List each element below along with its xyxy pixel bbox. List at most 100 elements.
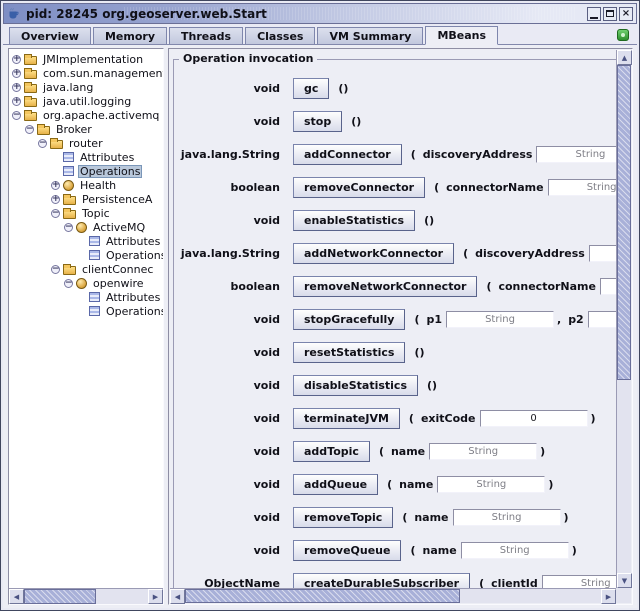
tree-node-broker[interactable]: −Broker <box>9 122 163 136</box>
folder-icon <box>24 84 37 93</box>
connection-status-icon[interactable] <box>617 29 629 41</box>
collapse-toggle-icon[interactable]: − <box>25 125 34 134</box>
window-title: pid: 28245 org.geoserver.web.Start <box>26 7 267 21</box>
operation-button-removeConnector[interactable]: removeConnector <box>293 177 425 198</box>
tree-node-com-sun-management[interactable]: +com.sun.management <box>9 66 163 80</box>
operation-button-addQueue[interactable]: addQueue <box>293 474 378 495</box>
param-input-clientId[interactable] <box>542 575 616 588</box>
param-input-discoveryAddress[interactable] <box>536 146 616 163</box>
param-input-exitCode[interactable] <box>480 410 588 427</box>
operation-button-addTopic[interactable]: addTopic <box>293 441 370 462</box>
collapse-toggle-icon[interactable]: − <box>38 139 47 148</box>
operation-button-addNetworkConnector[interactable]: addNetworkConnector <box>293 243 454 264</box>
ops-hscroll-track[interactable] <box>185 589 601 603</box>
tree-node-jmimplementation[interactable]: + JMImplementation <box>9 52 163 66</box>
tree-node-operations[interactable]: Operations <box>9 248 163 262</box>
param-input-name[interactable] <box>429 443 537 460</box>
operation-button-disableStatistics[interactable]: disableStatistics <box>293 375 418 396</box>
operation-button-resetStatistics[interactable]: resetStatistics <box>293 342 405 363</box>
scroll-right-button[interactable]: ▶ <box>148 589 163 604</box>
scroll-left-button[interactable]: ◀ <box>170 589 185 604</box>
expand-toggle-icon[interactable]: + <box>51 181 60 190</box>
operation-button-stopGracefully[interactable]: stopGracefully <box>293 309 405 330</box>
tree-node-openwire[interactable]: −openwire <box>9 276 163 290</box>
operation-button-stop[interactable]: stop <box>293 111 342 132</box>
tree-hscroll-thumb[interactable] <box>24 589 96 604</box>
param-name: clientId <box>491 577 538 588</box>
tree-node-label: JMImplementation <box>41 53 145 66</box>
operations-vertical-scrollbar[interactable]: ▲ ▼ <box>616 50 631 588</box>
tree-node-org-apache-activemq[interactable]: −org.apache.activemq <box>9 108 163 122</box>
tree-horizontal-scrollbar[interactable]: ◀ ▶ <box>9 588 163 604</box>
param-input-name[interactable] <box>461 542 569 559</box>
param-input-p2[interactable] <box>588 311 616 328</box>
expand-toggle-icon[interactable]: + <box>12 83 21 92</box>
expand-toggle-icon[interactable]: + <box>51 195 60 204</box>
operation-invocation-group: Operation invocation voidgc()voidstop()j… <box>173 59 616 588</box>
expand-toggle-icon[interactable]: + <box>12 97 21 106</box>
tree-node-health[interactable]: +Health <box>9 178 163 192</box>
title-bar[interactable]: pid: 28245 org.geoserver.web.Start × <box>3 3 637 24</box>
tree-node-persistencea[interactable]: +PersistenceA <box>9 192 163 206</box>
param-input-connectorName[interactable] <box>548 179 616 196</box>
open-paren-label: ( <box>387 478 392 491</box>
tab-memory[interactable]: Memory <box>93 27 167 44</box>
operation-button-enableStatistics[interactable]: enableStatistics <box>293 210 415 231</box>
maximize-button[interactable] <box>603 7 617 21</box>
collapse-toggle-icon[interactable]: − <box>51 265 60 274</box>
tree-node-operations[interactable]: Operations <box>9 164 163 178</box>
tree-node-router[interactable]: −router <box>9 136 163 150</box>
tree-node-java-util-logging[interactable]: +java.util.logging <box>9 94 163 108</box>
operation-button-createDurableSubscriber[interactable]: createDurableSubscriber <box>293 573 470 588</box>
operation-button-removeNetworkConnector[interactable]: removeNetworkConnector <box>293 276 477 297</box>
param-input-name[interactable] <box>453 509 561 526</box>
collapse-toggle-icon[interactable]: − <box>64 223 73 232</box>
ops-vscroll-thumb[interactable] <box>617 65 631 380</box>
comma-label: , <box>557 313 561 326</box>
tree-node-java-lang[interactable]: +java.lang <box>9 80 163 94</box>
scroll-right-button[interactable]: ▶ <box>601 589 616 604</box>
scroll-up-button[interactable]: ▲ <box>617 50 632 65</box>
param-input-discoveryAddress[interactable] <box>589 245 616 262</box>
param-input-name[interactable] <box>437 476 545 493</box>
tree-node-attributes[interactable]: Attributes <box>9 150 163 164</box>
tab-threads[interactable]: Threads <box>169 27 243 44</box>
scrollbar-corner <box>616 588 631 603</box>
tab-overview[interactable]: Overview <box>9 27 91 44</box>
tree-node-operations[interactable]: Operations <box>9 304 163 318</box>
collapse-toggle-icon[interactable]: − <box>12 111 21 120</box>
operation-button-gc[interactable]: gc <box>293 78 329 99</box>
operation-button-removeTopic[interactable]: removeTopic <box>293 507 393 528</box>
operations-horizontal-scrollbar[interactable]: ◀ ▶ <box>170 588 616 603</box>
return-type: void <box>178 346 280 359</box>
tab-mbeans[interactable]: MBeans <box>425 26 498 45</box>
scroll-down-button[interactable]: ▼ <box>617 573 632 588</box>
scroll-left-button[interactable]: ◀ <box>9 589 24 604</box>
parameter-list: (connectorName) <box>431 179 616 196</box>
tree-node-topic[interactable]: −Topic <box>9 206 163 220</box>
return-type: void <box>178 214 280 227</box>
tree-hscroll-track[interactable] <box>24 589 148 604</box>
open-paren-label: ( <box>379 445 384 458</box>
param-input-connectorName[interactable] <box>600 278 616 295</box>
ops-hscroll-thumb[interactable] <box>185 589 460 603</box>
tree-node-attributes[interactable]: Attributes <box>9 234 163 248</box>
tree-node-clientconnec[interactable]: −clientConnec <box>9 262 163 276</box>
operation-button-terminateJVM[interactable]: terminateJVM <box>293 408 400 429</box>
collapse-toggle-icon[interactable]: − <box>64 279 73 288</box>
tab-vm-summary[interactable]: VM Summary <box>317 27 423 44</box>
collapse-toggle-icon[interactable]: − <box>51 209 60 218</box>
expand-toggle-icon[interactable]: + <box>12 69 21 78</box>
operation-button-removeQueue[interactable]: removeQueue <box>293 540 401 561</box>
expand-toggle-icon[interactable]: + <box>12 55 21 64</box>
close-button[interactable]: × <box>619 7 633 21</box>
tree-node-activemq[interactable]: −ActiveMQ <box>9 220 163 234</box>
minimize-button[interactable] <box>587 7 601 21</box>
operation-button-addConnector[interactable]: addConnector <box>293 144 402 165</box>
param-name: discoveryAddress <box>423 148 533 161</box>
tab-classes[interactable]: Classes <box>245 27 315 44</box>
param-name: discoveryAddress <box>475 247 585 260</box>
param-input-p1[interactable] <box>446 311 554 328</box>
tree-node-attributes[interactable]: Attributes <box>9 290 163 304</box>
ops-vscroll-track[interactable] <box>617 65 631 573</box>
